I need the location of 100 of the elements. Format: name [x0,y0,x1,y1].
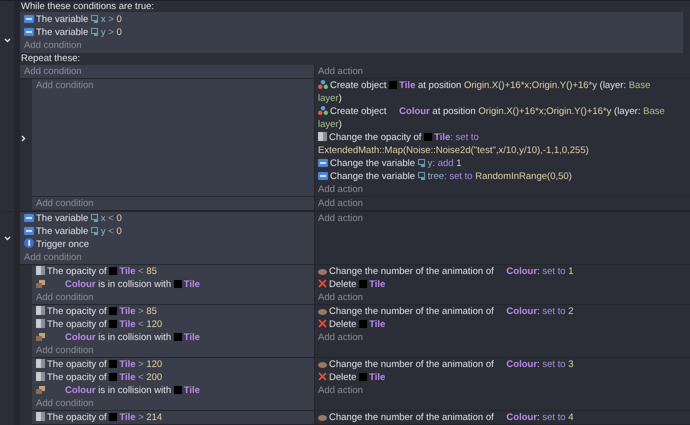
add-action-link[interactable]: Add action [318,332,363,343]
value-text: 1 [568,265,574,278]
variable-name: y [100,26,106,39]
overlapping-squares-icon [36,333,45,341]
add-action-link[interactable]: Add action [318,213,363,224]
object-name: Tile [184,384,200,397]
instruction-text: Create object [330,105,388,118]
value-text: 200 [146,371,162,384]
layer-name: Base [628,79,652,92]
add-action-link[interactable]: Add action [318,184,363,195]
layer-name: layer [318,118,339,131]
instruction-text: Change the number of the animation of [329,411,495,424]
variable-icon [418,172,426,180]
object-name: Colour [506,265,538,278]
instruction-text: : [537,305,541,318]
instruction-text: Trigger once [36,238,89,251]
variable-name: y [100,225,106,238]
object-name: Tile [369,318,386,331]
object-name: Colour [399,105,430,118]
object-name: Colour [506,411,538,424]
value-text: 4 [568,411,574,424]
instruction-text: The variable [36,26,90,39]
keyword-text: set to [542,358,567,371]
value-text: 0 [116,225,122,238]
add-condition-link[interactable]: Add condition [36,398,94,409]
instruction-text: is in collision with [97,384,172,397]
add-condition-link[interactable]: Add condition [36,198,94,209]
keyword-text: set to [542,411,567,424]
operator-text: < [137,318,145,331]
instruction-text: : [537,265,541,278]
add-condition-link[interactable]: Add condition [24,66,82,77]
object-name: Tile [184,331,200,344]
layer-name: layer [318,92,339,105]
trigger-once-icon [24,238,34,248]
add-action-link[interactable]: Add action [318,385,363,396]
value-text: 1 [456,157,462,170]
instruction-text: The opacity of [47,371,108,384]
add-condition-link[interactable]: Add condition [24,40,82,51]
object-name: Colour [65,331,96,344]
operator-text: > [137,305,145,318]
variable-icon [90,214,99,222]
instruction-text: Delete [329,371,358,384]
instruction-text: ) [338,92,342,105]
add-action-link[interactable]: Add action [318,292,363,303]
keyword-text: : set to [444,170,474,183]
value-text: 3 [568,358,574,371]
value-text: ExtendedMath::Map(Noise::Noise2d("test",x/10,y/10),-1,1,0,255) [318,144,589,157]
operator-text: > [107,26,115,39]
value-text: 85 [146,265,157,278]
square-icon [36,306,45,315]
operator-text: > [137,411,145,424]
value-text: Origin.X()+16*x;Origin.Y()+16*y [478,105,612,118]
delete-icon [318,372,327,381]
overlapping-squares-icon [36,386,45,394]
square-icon [318,132,327,141]
instruction-text: The opacity of [47,358,108,371]
add-condition-link[interactable]: Add condition [36,345,94,356]
value-text: 85 [146,305,157,318]
object-name: Tile [119,265,136,278]
add-action-link[interactable]: Add action [318,198,363,209]
add-action-link[interactable]: Add action [318,66,363,77]
value-text: 0 [116,13,122,26]
variable-icon [90,15,99,23]
keyword-text: set to [542,305,567,318]
add-condition-link[interactable]: Add condition [36,292,94,303]
instruction-text: Delete [329,318,358,331]
keyword-text: : set to [450,131,480,144]
value-text: RandomInRange(0,50) [475,170,572,183]
value-text: 0 [116,212,122,225]
instruction-text: : [537,411,541,424]
shapes-icon [318,106,328,115]
oval-icon [318,309,327,315]
chevron-down-icon[interactable] [4,36,11,44]
instruction-text: Change the variable [330,170,416,183]
chevron-down-icon[interactable] [4,235,11,242]
value-text: 2 [568,305,574,318]
overlapping-squares-icon [36,280,45,288]
instruction-text: The opacity of [47,411,108,424]
variable-icon [418,159,426,167]
value-text: 214 [146,411,162,424]
instruction-text: The opacity of [47,318,108,331]
object-name: Tile [119,411,136,424]
operator-text: > [137,358,145,371]
object-name: Tile [369,371,386,384]
instruction-text: at position [431,105,477,118]
instruction-text: Change the variable [330,157,416,170]
instruction-text: The opacity of [47,305,108,318]
delete-icon [318,279,327,288]
chevron-right-icon[interactable] [20,134,27,142]
instruction-text: Change the opacity of [329,131,422,144]
layer-name: Base [643,105,666,118]
object-name: Tile [399,79,416,92]
instruction-text: Change the number of the animation of [329,265,495,278]
instruction-text: at position [416,79,462,92]
oval-icon [318,415,327,421]
add-condition-link[interactable]: Add condition [36,80,94,91]
square-icon [36,412,45,421]
add-condition-link[interactable]: Add condition [24,252,82,263]
square-icon [36,266,45,275]
value-text: 120 [146,318,162,331]
